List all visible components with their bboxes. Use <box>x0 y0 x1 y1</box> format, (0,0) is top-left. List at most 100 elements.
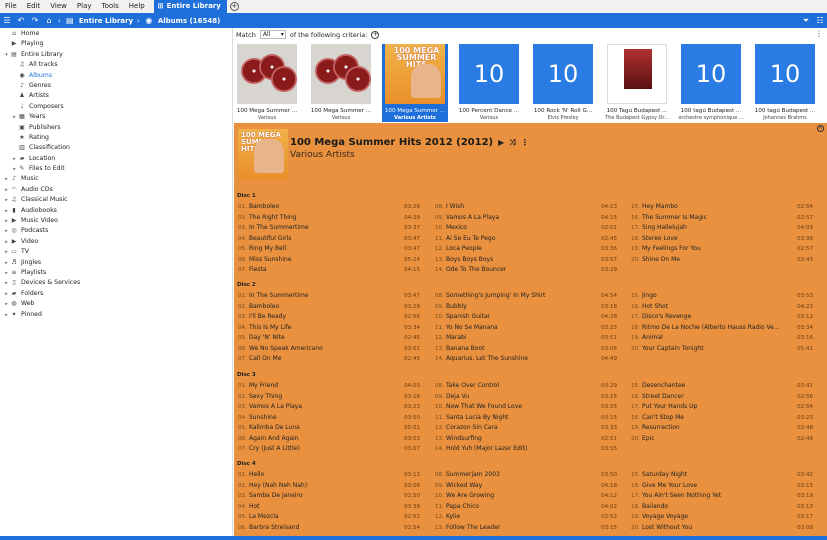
sidebar-item-classification[interactable]: ▥ Classification <box>0 143 232 153</box>
expand-toggle-icon[interactable]: ▸ <box>3 299 10 309</box>
track-row[interactable]: 12. Marabi 03:51 <box>435 333 617 344</box>
track-row[interactable]: 19. Resurrection 02:48 <box>631 423 813 434</box>
track-row[interactable]: 05. Kalimba De Luna 05:01 <box>238 423 420 434</box>
sidebar-item-rating[interactable]: ★ Rating <box>0 133 232 143</box>
more-icon[interactable]: ⋮ <box>521 138 529 147</box>
play-icon[interactable]: ▶ <box>498 138 504 147</box>
track-row[interactable]: 02. The Right Thing 04:29 <box>238 213 420 224</box>
sidebar-item-podcasts[interactable]: ▸ ◎ Podcasts <box>0 226 232 236</box>
expand-toggle-icon[interactable]: ▸ <box>11 154 18 164</box>
track-row[interactable]: 18. Stereo Love 03:39 <box>631 234 813 245</box>
track-row[interactable]: 10. We Are Growing 04:12 <box>435 491 617 502</box>
sidebar-item-playing[interactable]: ▶ Playing <box>0 39 232 49</box>
track-row[interactable]: 20. Shine On Me 03:43 <box>631 255 813 266</box>
album-tile[interactable]: 10 100 tagú Budapest ... Johannes Brahms <box>752 44 818 122</box>
album-tile[interactable]: 10 100 Percent Dance ... Various <box>456 44 522 122</box>
track-row[interactable]: 03. Vamos A La Playa 03:23 <box>238 402 420 413</box>
add-tab-icon[interactable]: + <box>229 2 239 11</box>
tab-entire-library[interactable]: ⊞ Entire Library <box>153 0 227 13</box>
sidebar-item-publishers[interactable]: ▣ Publishers <box>0 123 232 133</box>
album-tile[interactable]: 100 Mega Summer ... Various <box>308 44 374 122</box>
track-row[interactable]: 16. The Summer Is Magic 02:57 <box>631 213 813 224</box>
track-row[interactable]: 14. Hold Yuh (Major Lazer Edit) 03:55 <box>435 444 617 455</box>
album-artist[interactable]: Various Artists <box>290 150 355 160</box>
sidebar-item-location[interactable]: ▸ ▰ Location <box>0 154 232 164</box>
sidebar-item-folders[interactable]: ▸ ▰ Folders <box>0 289 232 299</box>
track-row[interactable]: 15. Hey Mambo 02:54 <box>631 202 813 213</box>
track-row[interactable]: 15. Desenchantee 03:41 <box>631 381 813 392</box>
track-row[interactable]: 16. Street Dancer 02:56 <box>631 392 813 403</box>
track-row[interactable]: 20. Epic 02:49 <box>631 434 813 445</box>
menu-help[interactable]: Help <box>124 0 150 13</box>
track-row[interactable]: 09. Deja Vu 03:15 <box>435 392 617 403</box>
track-row[interactable]: 07. Cry (Just A Little) 03:07 <box>238 444 420 455</box>
track-row[interactable]: 09. Bubbly 03:18 <box>435 302 617 313</box>
track-row[interactable]: 17. Disco's Revenge 03:12 <box>631 312 813 323</box>
track-row[interactable]: 01. In The Summertime 03:47 <box>238 291 420 302</box>
track-row[interactable]: 13. Follow The Leader 03:15 <box>435 523 617 534</box>
expand-toggle-icon[interactable]: ▸ <box>3 247 10 257</box>
album-tile[interactable]: 100 MEGA SUMMER HITS 100 Mega Summer ... V… <box>382 44 448 122</box>
track-row[interactable]: 01. Hello 03:13 <box>238 470 420 481</box>
criteria-select[interactable]: All <box>259 30 286 39</box>
album-tile[interactable]: 100 Mega Summer ... Various <box>234 44 300 122</box>
track-row[interactable]: 19. My Feelings For You 02:57 <box>631 244 813 255</box>
album-tile[interactable]: 10 100 Rock 'N' Roll G... Elvis Presley <box>530 44 596 122</box>
sidebar-item-home[interactable]: ⌂ Home <box>0 29 232 39</box>
track-row[interactable]: 04. Sunshine 03:50 <box>238 413 420 424</box>
track-row[interactable]: 17. Sing Hallelujah 04:03 <box>631 223 813 234</box>
track-row[interactable]: 10. Now That We Found Love 03:55 <box>435 402 617 413</box>
filter-icon[interactable]: ⏷ <box>799 13 813 28</box>
track-row[interactable]: 15. Saturday Night 03:42 <box>631 470 813 481</box>
sidebar-item-jingles[interactable]: ▸ ♬ Jingles <box>0 258 232 268</box>
track-row[interactable]: 05. Ring My Bell 03:47 <box>238 244 420 255</box>
track-row[interactable]: 05. Day 'N' Nite 02:45 <box>238 333 420 344</box>
track-row[interactable]: 12. Kylie 02:52 <box>435 512 617 523</box>
sidebar-item-playlists[interactable]: ▸ ≡ Playlists <box>0 268 232 278</box>
track-row[interactable]: 03. In The Summertime 03:37 <box>238 223 420 234</box>
menu-icon[interactable]: ☰ <box>0 13 14 28</box>
expand-toggle-icon[interactable]: ▸ <box>3 258 10 268</box>
sidebar-item-tv[interactable]: ▸ ▭ TV <box>0 247 232 257</box>
track-row[interactable]: 06. Again And Again 03:03 <box>238 434 420 445</box>
track-row[interactable]: 17. You Ain't Seen Nothing Yet 03:19 <box>631 491 813 502</box>
expand-toggle-icon[interactable]: ▸ <box>3 278 10 288</box>
track-row[interactable]: 12. Corazon Sin Cara 03:33 <box>435 423 617 434</box>
sidebar-item-web[interactable]: ▸ ◍ Web <box>0 299 232 309</box>
track-row[interactable]: 20. Lost Without You 03:08 <box>631 523 813 534</box>
album-tile[interactable]: 100 Tagú Budapest ... The Budapest Gypsy … <box>604 44 670 122</box>
sidebar-item-audiobooks[interactable]: ▸ ▮ Audiobooks <box>0 206 232 216</box>
track-row[interactable]: 18. Bailando 03:13 <box>631 502 813 513</box>
sidebar-item-artists[interactable]: ♟ Artists <box>0 91 232 101</box>
expand-toggle-icon[interactable]: ▸ <box>3 226 10 236</box>
track-row[interactable]: 16. Hot Shot 04:23 <box>631 302 813 313</box>
close-icon[interactable]: × <box>817 125 824 132</box>
track-row[interactable]: 16. Give Me Your Love 03:15 <box>631 481 813 492</box>
shuffle-icon[interactable]: ⤨ <box>509 138 515 148</box>
track-row[interactable]: 08. Summerjam 2003 03:50 <box>435 470 617 481</box>
sidebar-item-classical-music[interactable]: ▸ ♫ Classical Music <box>0 195 232 205</box>
expand-toggle-icon[interactable]: ▸ <box>3 195 10 205</box>
track-row[interactable]: 18. Can't Stop Me 03:23 <box>631 413 813 424</box>
sidebar-item-music[interactable]: ▸ ♪ Music <box>0 174 232 184</box>
track-row[interactable]: 10. Mexico 02:01 <box>435 223 617 234</box>
home-icon[interactable]: ⌂ <box>42 13 56 28</box>
track-row[interactable]: 08. I Wish 04:13 <box>435 202 617 213</box>
track-row[interactable]: 04. Beautiful Girls 03:47 <box>238 234 420 245</box>
track-row[interactable]: 02. Bamboleo 03:29 <box>238 302 420 313</box>
menu-tools[interactable]: Tools <box>97 0 124 13</box>
forward-icon[interactable]: ↷ <box>28 13 42 28</box>
sidebar-item-audio-cds[interactable]: ▸ ◠ Audio CDs <box>0 185 232 195</box>
track-row[interactable]: 18. Ritmo De La Noche (Alberto Hauss Radi… <box>631 323 813 334</box>
track-row[interactable]: 04. This Is My Life 03:34 <box>238 323 420 334</box>
track-row[interactable]: 01. My Friend 04:03 <box>238 381 420 392</box>
sidebar-item-music-video[interactable]: ▸ ▶ Music Video <box>0 216 232 226</box>
track-row[interactable]: 08. Something's Jumping' In My Shirt 04:54 <box>435 291 617 302</box>
track-row[interactable]: 13. Windsurfing 02:51 <box>435 434 617 445</box>
expand-toggle-icon[interactable]: ▸ <box>11 164 18 174</box>
track-row[interactable]: 12. Loca People 03:36 <box>435 244 617 255</box>
track-row[interactable]: 08. Take Over Control 03:29 <box>435 381 617 392</box>
back-icon[interactable]: ↶ <box>14 13 28 28</box>
expand-toggle-icon[interactable]: ▸ <box>3 206 10 216</box>
track-row[interactable]: 01. Bamboleo 03:26 <box>238 202 420 213</box>
